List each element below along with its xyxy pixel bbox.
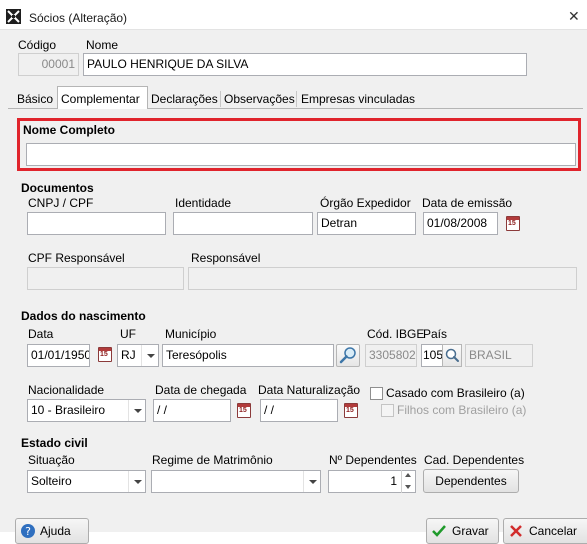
cod-ibge-label: Cód. IBGE [367,327,425,341]
calendar-icon[interactable]: 15 [237,403,251,418]
data-nascimento-label: Data [28,327,54,341]
tab-empresas-vinculadas[interactable]: Empresas vinculadas [298,89,418,109]
orgao-expedidor-field[interactable]: Detran [317,212,416,235]
title-bar: Sócios (Alteração) ✕ [0,0,587,30]
data-chegada-label: Data de chegada [155,383,247,397]
app-icon [6,9,21,24]
gravar-label: Gravar [452,524,489,538]
situacao-value: Solteiro [31,474,72,488]
checkmark-icon [432,525,446,537]
nome-completo-field[interactable] [26,143,576,166]
nome-field[interactable]: PAULO HENRIQUE DA SILVA [83,53,527,76]
municipio-label: Município [165,327,217,341]
gravar-button[interactable]: Gravar [426,518,499,544]
calendar-icon[interactable]: 15 [98,347,112,362]
dependentes-button[interactable]: Dependentes [423,469,519,493]
casado-brasileiro-label: Casado com Brasileiro (a) [386,386,525,400]
nacionalidade-value: 10 - Brasileiro [31,403,106,417]
cnpj-cpf-label: CNPJ / CPF [28,196,94,210]
data-emissao-label: Data de emissão [422,196,513,210]
filhos-brasileiro-label: Filhos com Brasileiro (a) [397,403,527,417]
pais-code-field[interactable]: 105 [421,344,443,367]
data-naturalizacao-label: Data Naturalização [258,383,361,397]
tab-complementar[interactable]: Complementar [57,86,148,109]
cancelar-label: Cancelar [529,524,578,538]
calendar-icon[interactable]: 15 [344,403,358,418]
nome-label: Nome [86,38,119,52]
spin-up-icon[interactable] [402,470,416,481]
uf-label: UF [120,327,136,341]
tab-separator [296,91,297,107]
responsavel-label: Responsável [191,251,261,265]
cpf-responsavel-label: CPF Responsável [28,251,125,265]
orgao-expedidor-label: Órgão Expedidor [320,196,411,210]
pais-label: País [423,327,448,341]
chevron-down-icon[interactable] [128,400,145,421]
data-emissao-field[interactable]: 01/08/2008 [423,212,498,235]
tab-basico[interactable]: Básico [14,89,56,109]
cancel-icon [510,525,522,537]
filhos-brasileiro-checkbox [381,404,394,417]
chevron-down-icon[interactable] [128,471,145,492]
tab-observacoes[interactable]: Observações [221,89,298,109]
cancelar-button[interactable]: Cancelar [503,518,587,544]
uf-value: RJ [121,348,136,362]
identidade-label: Identidade [175,196,232,210]
identidade-field[interactable] [173,212,313,235]
situacao-select[interactable]: Solteiro [27,470,146,493]
estado-civil-title: Estado civil [21,436,88,450]
cnpj-cpf-field[interactable] [27,212,166,235]
dependentes-spinner[interactable] [401,470,415,493]
regime-select[interactable] [151,470,321,493]
spin-down-icon[interactable] [402,481,416,492]
nome-completo-label: Nome Completo [23,123,116,137]
close-icon[interactable]: ✕ [568,9,580,23]
pais-search-button[interactable] [442,344,462,367]
search-icon [339,347,356,364]
codigo-label: Código [18,38,57,52]
dependentes-label: Nº Dependentes [329,453,417,467]
chevron-down-icon[interactable] [303,471,320,492]
dependentes-value: 1 [390,474,397,488]
tab-declaracoes[interactable]: Declarações [148,89,221,109]
municipio-field[interactable]: Teresópolis [162,344,334,367]
codigo-field: 00001 [18,53,79,76]
chevron-down-icon[interactable] [141,345,158,366]
help-icon: ? [21,524,35,538]
nascimento-title: Dados do nascimento [21,309,146,323]
cad-dependentes-label: Cad. Dependentes [424,453,525,467]
search-icon [445,348,459,362]
situacao-label: Situação [28,453,75,467]
nacionalidade-label: Nacionalidade [28,383,105,397]
data-chegada-field[interactable]: / / [153,399,231,422]
responsavel-field [188,267,577,290]
documentos-title: Documentos [21,181,94,195]
ajuda-label: Ajuda [40,524,71,538]
cod-ibge-field: 3305802 [365,344,417,367]
ajuda-button[interactable]: ? Ajuda [15,518,89,544]
pais-name-field: BRASIL [465,344,533,367]
regime-label: Regime de Matrimônio [152,453,273,467]
municipio-search-button[interactable] [336,344,360,367]
window: Sócios (Alteração) ✕ Código Nome 00001 P… [0,0,587,544]
uf-select[interactable]: RJ [117,344,159,367]
window-title: Sócios (Alteração) [29,11,128,25]
casado-brasileiro-checkbox[interactable] [370,387,383,400]
calendar-icon[interactable]: 15 [506,216,520,231]
data-nascimento-field[interactable]: 01/01/1950 [27,344,90,367]
data-naturalizacao-field[interactable]: / / [260,399,338,422]
cpf-responsavel-field [27,267,184,290]
nacionalidade-select[interactable]: 10 - Brasileiro [27,399,146,422]
